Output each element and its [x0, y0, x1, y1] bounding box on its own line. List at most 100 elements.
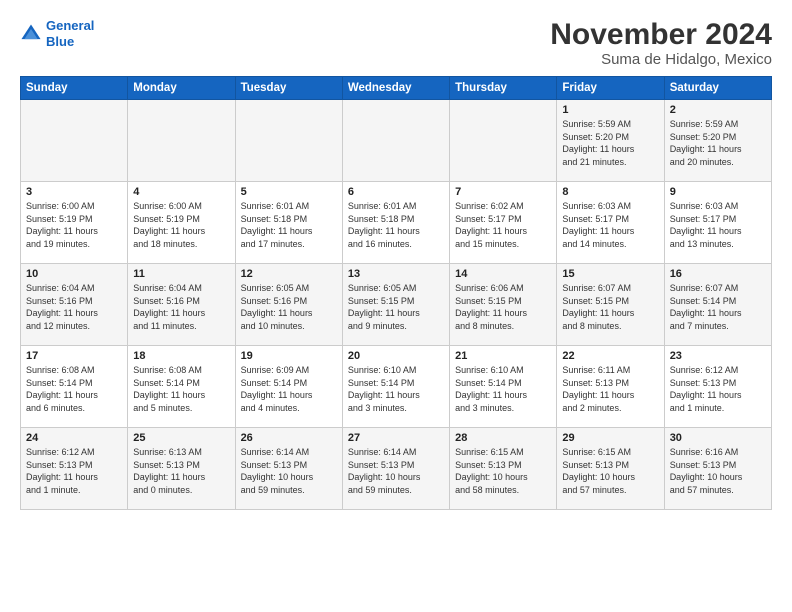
day-number: 12 [241, 268, 337, 280]
day-number: 6 [348, 186, 444, 198]
day-number: 17 [26, 350, 122, 362]
month-title: November 2024 [550, 18, 772, 51]
day-number: 13 [348, 268, 444, 280]
day-cell: 19 Sunrise: 6:09 AM Sunset: 5:14 PM Dayli… [235, 346, 342, 428]
day-cell [128, 100, 235, 182]
day-info: Sunrise: 6:02 AM Sunset: 5:17 PM Dayligh… [455, 200, 551, 250]
location-subtitle: Suma de Hidalgo, Mexico [550, 51, 772, 68]
day-cell: 29 Sunrise: 6:15 AM Sunset: 5:13 PM Dayli… [557, 428, 664, 510]
day-info: Sunrise: 6:04 AM Sunset: 5:16 PM Dayligh… [133, 282, 229, 332]
day-info: Sunrise: 5:59 AM Sunset: 5:20 PM Dayligh… [670, 118, 766, 168]
day-cell: 8Sunrise: 6:03 AM Sunset: 5:17 PM Daylig… [557, 182, 664, 264]
week-row-3: 10 Sunrise: 6:04 AM Sunset: 5:16 PM Dayli… [21, 264, 772, 346]
title-block: November 2024 Suma de Hidalgo, Mexico [550, 18, 772, 68]
page: General Blue November 2024 Suma de Hidal… [0, 0, 792, 612]
day-cell: 12 Sunrise: 6:05 AM Sunset: 5:16 PM Dayli… [235, 264, 342, 346]
day-cell [235, 100, 342, 182]
day-number: 11 [133, 268, 229, 280]
day-info: Sunrise: 6:09 AM Sunset: 5:14 PM Dayligh… [241, 364, 337, 414]
logo-icon [20, 23, 42, 45]
day-info: Sunrise: 6:01 AM Sunset: 5:18 PM Dayligh… [348, 200, 444, 250]
day-cell: 18 Sunrise: 6:08 AM Sunset: 5:14 PM Dayli… [128, 346, 235, 428]
day-cell: 23Sunrise: 6:12 AM Sunset: 5:13 PM Dayli… [664, 346, 771, 428]
day-info: Sunrise: 6:04 AM Sunset: 5:16 PM Dayligh… [26, 282, 122, 332]
day-number: 1 [562, 104, 658, 116]
day-cell: 10 Sunrise: 6:04 AM Sunset: 5:16 PM Dayli… [21, 264, 128, 346]
day-info: Sunrise: 6:13 AM Sunset: 5:13 PM Dayligh… [133, 446, 229, 496]
week-row-1: 1 Sunrise: 5:59 AM Sunset: 5:20 PM Daylig… [21, 100, 772, 182]
column-header-wednesday: Wednesday [342, 77, 449, 100]
day-cell: 20 Sunrise: 6:10 AM Sunset: 5:14 PM Dayli… [342, 346, 449, 428]
day-number: 29 [562, 432, 658, 444]
day-info: Sunrise: 6:08 AM Sunset: 5:14 PM Dayligh… [26, 364, 122, 414]
day-cell: 28 Sunrise: 6:15 AM Sunset: 5:13 PM Dayli… [450, 428, 557, 510]
day-cell: 6 Sunrise: 6:01 AM Sunset: 5:18 PM Daylig… [342, 182, 449, 264]
day-info: Sunrise: 6:08 AM Sunset: 5:14 PM Dayligh… [133, 364, 229, 414]
column-header-saturday: Saturday [664, 77, 771, 100]
day-number: 5 [241, 186, 337, 198]
day-number: 24 [26, 432, 122, 444]
column-header-monday: Monday [128, 77, 235, 100]
day-cell: 1 Sunrise: 5:59 AM Sunset: 5:20 PM Daylig… [557, 100, 664, 182]
day-cell: 21 Sunrise: 6:10 AM Sunset: 5:14 PM Dayli… [450, 346, 557, 428]
day-cell: 13 Sunrise: 6:05 AM Sunset: 5:15 PM Dayli… [342, 264, 449, 346]
day-info: Sunrise: 6:14 AM Sunset: 5:13 PM Dayligh… [348, 446, 444, 496]
day-info: Sunrise: 6:00 AM Sunset: 5:19 PM Dayligh… [133, 200, 229, 250]
day-info: Sunrise: 6:10 AM Sunset: 5:14 PM Dayligh… [455, 364, 551, 414]
day-cell [342, 100, 449, 182]
day-info: Sunrise: 6:14 AM Sunset: 5:13 PM Dayligh… [241, 446, 337, 496]
column-header-tuesday: Tuesday [235, 77, 342, 100]
logo-line2: Blue [46, 34, 74, 49]
day-cell: 30Sunrise: 6:16 AM Sunset: 5:13 PM Dayli… [664, 428, 771, 510]
day-number: 14 [455, 268, 551, 280]
day-info: Sunrise: 5:59 AM Sunset: 5:20 PM Dayligh… [562, 118, 658, 168]
day-cell: 17 Sunrise: 6:08 AM Sunset: 5:14 PM Dayli… [21, 346, 128, 428]
day-number: 20 [348, 350, 444, 362]
day-number: 4 [133, 186, 229, 198]
day-cell: 9 Sunrise: 6:03 AM Sunset: 5:17 PM Daylig… [664, 182, 771, 264]
day-number: 18 [133, 350, 229, 362]
day-number: 10 [26, 268, 122, 280]
calendar-header-row: SundayMondayTuesdayWednesdayThursdayFrid… [21, 77, 772, 100]
week-row-4: 17 Sunrise: 6:08 AM Sunset: 5:14 PM Dayli… [21, 346, 772, 428]
day-cell [450, 100, 557, 182]
column-header-thursday: Thursday [450, 77, 557, 100]
day-number: 19 [241, 350, 337, 362]
day-number: 25 [133, 432, 229, 444]
day-cell: 7 Sunrise: 6:02 AM Sunset: 5:17 PM Daylig… [450, 182, 557, 264]
day-cell: 26Sunrise: 6:14 AM Sunset: 5:13 PM Dayli… [235, 428, 342, 510]
day-number: 27 [348, 432, 444, 444]
day-info: Sunrise: 6:00 AM Sunset: 5:19 PM Dayligh… [26, 200, 122, 250]
week-row-5: 24Sunrise: 6:12 AM Sunset: 5:13 PM Dayli… [21, 428, 772, 510]
logo-text: General Blue [46, 18, 94, 49]
day-cell: 27 Sunrise: 6:14 AM Sunset: 5:13 PM Dayli… [342, 428, 449, 510]
day-cell: 14 Sunrise: 6:06 AM Sunset: 5:15 PM Dayli… [450, 264, 557, 346]
day-info: Sunrise: 6:07 AM Sunset: 5:14 PM Dayligh… [670, 282, 766, 332]
day-info: Sunrise: 6:15 AM Sunset: 5:13 PM Dayligh… [562, 446, 658, 496]
day-cell: 15Sunrise: 6:07 AM Sunset: 5:15 PM Dayli… [557, 264, 664, 346]
day-number: 3 [26, 186, 122, 198]
day-number: 7 [455, 186, 551, 198]
day-info: Sunrise: 6:15 AM Sunset: 5:13 PM Dayligh… [455, 446, 551, 496]
day-info: Sunrise: 6:05 AM Sunset: 5:16 PM Dayligh… [241, 282, 337, 332]
day-number: 21 [455, 350, 551, 362]
column-header-friday: Friday [557, 77, 664, 100]
week-row-2: 3 Sunrise: 6:00 AM Sunset: 5:19 PM Daylig… [21, 182, 772, 264]
day-cell: 5Sunrise: 6:01 AM Sunset: 5:18 PM Daylig… [235, 182, 342, 264]
header: General Blue November 2024 Suma de Hidal… [20, 18, 772, 68]
day-number: 23 [670, 350, 766, 362]
calendar-table: SundayMondayTuesdayWednesdayThursdayFrid… [20, 76, 772, 510]
day-info: Sunrise: 6:07 AM Sunset: 5:15 PM Dayligh… [562, 282, 658, 332]
day-info: Sunrise: 6:06 AM Sunset: 5:15 PM Dayligh… [455, 282, 551, 332]
day-number: 9 [670, 186, 766, 198]
day-cell [21, 100, 128, 182]
day-info: Sunrise: 6:03 AM Sunset: 5:17 PM Dayligh… [670, 200, 766, 250]
day-cell: 25 Sunrise: 6:13 AM Sunset: 5:13 PM Dayli… [128, 428, 235, 510]
day-info: Sunrise: 6:05 AM Sunset: 5:15 PM Dayligh… [348, 282, 444, 332]
day-number: 8 [562, 186, 658, 198]
day-cell: 2 Sunrise: 5:59 AM Sunset: 5:20 PM Daylig… [664, 100, 771, 182]
day-info: Sunrise: 6:10 AM Sunset: 5:14 PM Dayligh… [348, 364, 444, 414]
day-number: 2 [670, 104, 766, 116]
day-number: 28 [455, 432, 551, 444]
day-info: Sunrise: 6:16 AM Sunset: 5:13 PM Dayligh… [670, 446, 766, 496]
